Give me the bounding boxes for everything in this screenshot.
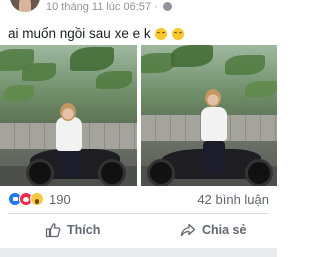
share-label: Chia sẻ (202, 223, 247, 237)
post-header: 10 tháng 11 lúc 06:57 · (0, 0, 277, 18)
action-divider (8, 213, 269, 214)
post-photo-right[interactable] (141, 45, 277, 186)
reaction-count[interactable]: 190 (49, 192, 71, 208)
like-button[interactable]: Thích (45, 216, 100, 244)
post-photos (0, 45, 277, 186)
thumbs-up-icon (45, 223, 61, 238)
caption-text: ai muốn ngồi sau xe e k (8, 26, 151, 41)
post-separator (0, 248, 277, 257)
post-stats: 190 42 bình luận (0, 191, 277, 209)
share-arrow-icon (180, 223, 196, 237)
globe-icon (162, 2, 172, 11)
timestamp-text[interactable]: 10 tháng 11 lúc 06:57 (46, 1, 151, 13)
comment-count[interactable]: 42 bình luận (197, 192, 269, 208)
profile-avatar[interactable] (10, 0, 40, 12)
like-label: Thích (67, 223, 101, 237)
wow-reaction-icon[interactable] (30, 192, 44, 206)
post-actions: Thích Chia sẻ (0, 216, 277, 244)
post-timestamp[interactable]: 10 tháng 11 lúc 06:57 · (46, 0, 172, 14)
grinning-sweat-emoji-icon (172, 28, 185, 40)
grinning-sweat-emoji-icon (155, 28, 168, 40)
post-photo-left[interactable] (0, 45, 137, 186)
timestamp-separator: · (154, 1, 158, 13)
share-button[interactable]: Chia sẻ (180, 216, 246, 244)
post-caption: ai muốn ngồi sau xe e k (8, 26, 185, 42)
